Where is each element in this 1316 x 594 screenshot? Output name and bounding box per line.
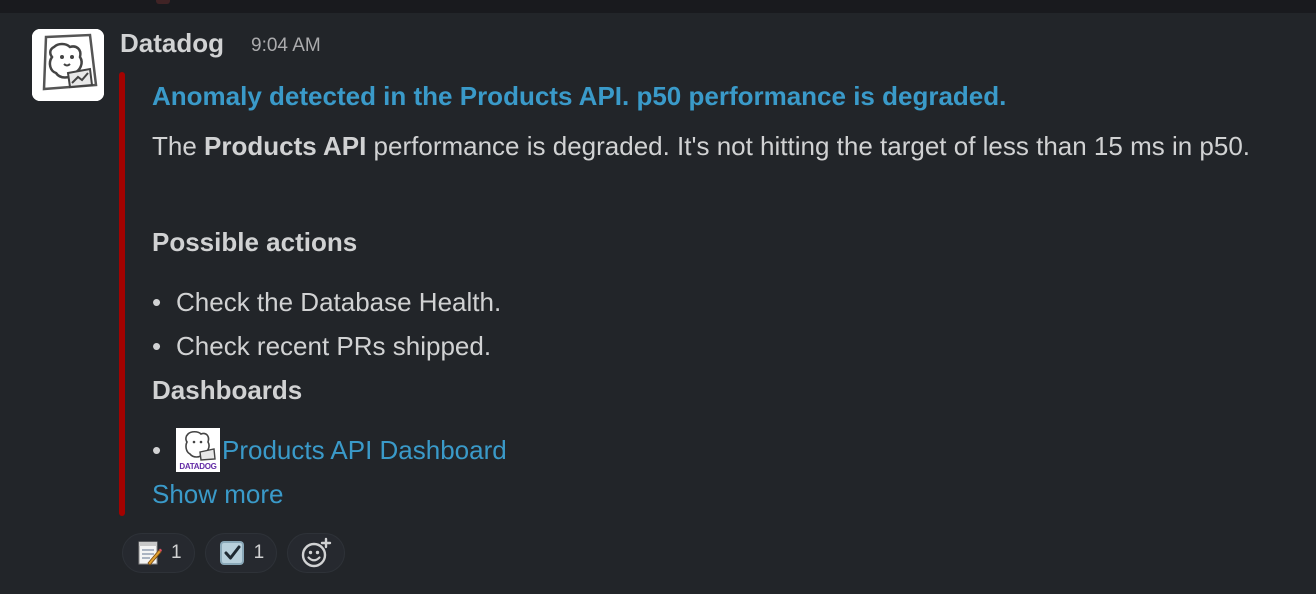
action-text: Check recent PRs shipped. xyxy=(176,331,492,361)
sender-name[interactable]: Datadog xyxy=(120,28,224,59)
bullet-icon: • xyxy=(152,331,162,361)
list-item: • Check recent PRs shipped. xyxy=(152,331,491,362)
reactions-bar: 1 1 xyxy=(122,533,346,573)
reaction-check[interactable]: 1 xyxy=(204,533,278,573)
dashboards-heading: Dashboards xyxy=(152,375,303,405)
message-row: Datadog 9:04 AM Anomaly detected in the … xyxy=(0,13,1316,594)
list-item: • DATADOG Products API Dashboard xyxy=(152,428,507,472)
dashboard-link[interactable]: Products API Dashboard xyxy=(222,435,507,466)
body-suffix: performance is degraded. It's not hittin… xyxy=(366,131,1251,161)
body-bold: Products API xyxy=(204,131,367,161)
attachment-body: The Products API performance is degraded… xyxy=(152,124,1302,168)
actions-heading: Possible actions xyxy=(152,227,358,257)
reaction-count: 1 xyxy=(253,542,265,563)
bullet-icon: • xyxy=(152,434,162,465)
ballot-box-with-check-icon xyxy=(219,541,244,565)
message-timestamp[interactable]: 9:04 AM xyxy=(251,35,321,57)
datadog-logo-icon: DATADOG xyxy=(176,428,220,472)
list-item: • Check the Database Health. xyxy=(152,287,501,318)
reaction-memo[interactable]: 1 xyxy=(122,533,195,573)
show-more-link[interactable]: Show more xyxy=(152,479,284,510)
top-indicator xyxy=(156,0,170,4)
attachment-title[interactable]: Anomaly detected in the Products API. p5… xyxy=(152,81,1006,112)
top-bar xyxy=(0,0,1316,13)
attachment-color-bar xyxy=(119,72,125,516)
reaction-count: 1 xyxy=(171,542,182,563)
datadog-logo-icon xyxy=(32,29,104,101)
add-emoji-icon xyxy=(301,537,332,568)
action-text: Check the Database Health. xyxy=(176,287,502,317)
body-prefix: The xyxy=(152,131,205,161)
add-reaction-button[interactable] xyxy=(287,533,346,573)
avatar[interactable] xyxy=(32,29,104,101)
bullet-icon: • xyxy=(152,287,162,317)
logo-text: DATADOG xyxy=(179,462,217,471)
memo-icon xyxy=(138,541,162,566)
